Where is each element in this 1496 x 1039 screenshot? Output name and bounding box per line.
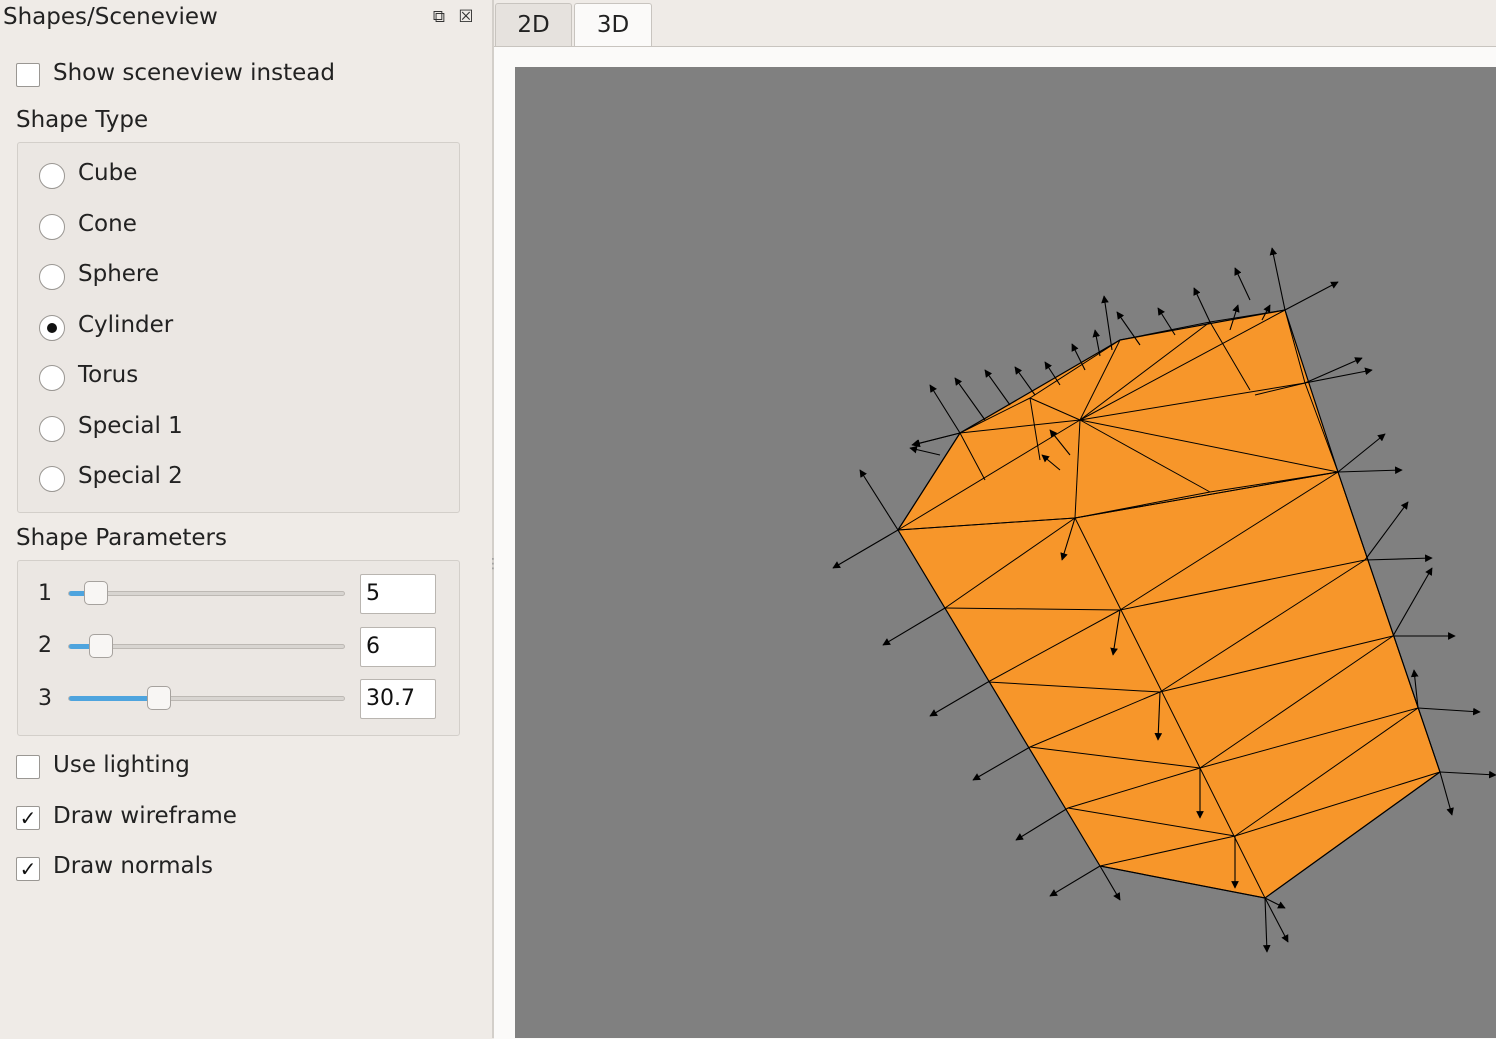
radio-label-special-2: Special 2 — [78, 463, 183, 489]
radio-special-1[interactable] — [39, 416, 65, 442]
normal-arrow-1 — [859, 469, 899, 531]
param-3-spinbox[interactable]: 30.7 — [360, 679, 436, 719]
normal-arrow-30 — [1234, 267, 1251, 301]
shapes-dock: Shapes/Sceneview ⧉ ☒ Show sceneview inst… — [0, 0, 492, 1038]
radio-label-cube: Cube — [78, 160, 138, 186]
close-icon[interactable]: ☒ — [456, 7, 476, 27]
shape-parameters-title: Shape Parameters — [16, 525, 227, 551]
normal-arrow-4 — [972, 746, 1031, 781]
use-lighting-checkbox[interactable] — [16, 755, 40, 779]
normal-arrow-38 — [984, 369, 1011, 406]
cylinder-body — [897, 309, 1441, 899]
normal-arrow-39 — [1014, 366, 1036, 396]
param-3-slider-handle[interactable] — [147, 686, 171, 710]
normal-arrow-34 — [929, 384, 961, 434]
normal-arrow-31 — [1193, 287, 1211, 323]
normal-arrow-43 — [1101, 295, 1113, 351]
param-3-slider[interactable] — [68, 686, 345, 710]
radio-label-torus: Torus — [78, 362, 139, 388]
param-1-slider-handle[interactable] — [84, 581, 108, 605]
normal-arrow-6 — [1049, 865, 1101, 897]
normal-arrow-27 — [1269, 247, 1286, 311]
tab-3d[interactable]: 3D — [574, 3, 652, 48]
radio-label-cone: Cone — [78, 211, 137, 237]
dock-title: Shapes/Sceneview — [3, 4, 218, 30]
param-3-label: 3 — [38, 686, 52, 711]
radio-label-sphere: Sphere — [78, 261, 160, 287]
cylinder-render — [832, 247, 1496, 953]
splitter-grip-icon[interactable]: ⋮ — [486, 557, 500, 600]
param-2-spinbox[interactable]: 6 — [360, 627, 436, 667]
normal-arrow-42 — [1092, 329, 1101, 357]
normal-arrow-3 — [929, 681, 989, 717]
normal-arrow-17 — [1364, 554, 1433, 563]
normal-arrow-20 — [1439, 770, 1496, 779]
param-2-label: 2 — [38, 633, 52, 658]
normal-arrow-48 — [909, 445, 941, 456]
normal-arrow-13 — [1262, 897, 1271, 953]
draw-wireframe-label: Draw wireframe — [53, 803, 237, 829]
normal-arrow-7 — [1099, 865, 1121, 901]
param-2-slider-handle[interactable] — [89, 634, 113, 658]
param-2-slider[interactable] — [68, 634, 345, 658]
param-1-label: 1 — [38, 581, 52, 606]
normal-arrow-26 — [1284, 281, 1339, 311]
normal-arrow-22 — [1337, 433, 1386, 473]
draw-wireframe-checkbox[interactable]: ✓ — [16, 806, 40, 830]
normal-arrow-24 — [1392, 567, 1433, 637]
normal-arrow-29 — [1304, 357, 1363, 384]
restore-icon[interactable]: ⧉ — [429, 7, 449, 27]
show-sceneview-label: Show sceneview instead — [53, 60, 335, 86]
param-1-spinbox[interactable]: 5 — [360, 574, 436, 614]
use-lighting-label: Use lighting — [53, 752, 190, 778]
shape-type-title: Shape Type — [16, 107, 149, 133]
radio-label-cylinder: Cylinder — [78, 312, 174, 338]
param-3-slider-fill — [69, 696, 159, 701]
gl-viewport[interactable] — [515, 67, 1496, 1038]
draw-normals-checkbox[interactable]: ✓ — [16, 857, 40, 881]
normal-arrow-23 — [1364, 501, 1409, 561]
normal-arrow-21 — [1439, 771, 1454, 816]
radio-sphere[interactable] — [39, 264, 65, 290]
radio-cube[interactable] — [39, 163, 65, 189]
normal-arrow-2 — [882, 607, 946, 646]
normal-arrow-5 — [1015, 807, 1069, 841]
radio-cylinder[interactable] — [39, 315, 65, 341]
radio-label-special-1: Special 1 — [78, 413, 183, 439]
normal-arrow-28 — [1304, 367, 1373, 384]
normal-arrow-0 — [832, 529, 899, 569]
param-1-slider[interactable] — [68, 581, 345, 605]
normal-arrow-19 — [1417, 707, 1481, 716]
normal-arrow-14 — [1264, 897, 1289, 943]
show-sceneview-checkbox[interactable] — [16, 63, 40, 87]
normal-arrow-37 — [954, 377, 986, 421]
radio-torus[interactable] — [39, 365, 65, 391]
normal-arrow-16 — [1337, 466, 1403, 475]
shape-type-group: Cube Cone Sphere Cylinder Torus Special … — [17, 142, 460, 513]
draw-normals-label: Draw normals — [53, 853, 213, 879]
radio-special-2[interactable] — [39, 466, 65, 492]
tab-2d[interactable]: 2D — [495, 3, 572, 46]
radio-cone[interactable] — [39, 214, 65, 240]
